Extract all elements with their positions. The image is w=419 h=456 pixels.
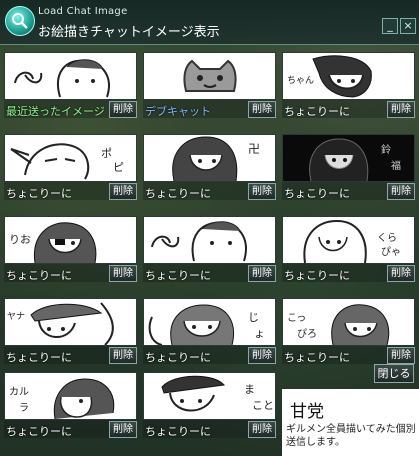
sender-label: ちょこりーに [6, 269, 72, 282]
svg-text:じ: じ [248, 311, 259, 324]
sketch-longhair-icon: 卍 [172, 136, 260, 181]
svg-text:鈴: 鈴 [381, 143, 391, 156]
note-panel: 甘党 ギルメン全員描いてみた個別送信します。 [282, 389, 419, 456]
image-thumbnail[interactable]: ま こと [143, 372, 276, 420]
svg-text:カル: カル [9, 386, 29, 398]
image-item: ポ ピ ちょこりーに 削除 [4, 134, 137, 200]
sketch-longhair-icon: くら ぴゃ [303, 219, 401, 263]
delete-button[interactable]: 削除 [387, 347, 415, 364]
search-logo-icon [5, 6, 35, 36]
svg-text:ラ: ラ [19, 402, 29, 414]
delete-button[interactable]: 削除 [387, 101, 415, 118]
window-close-button[interactable]: × [400, 18, 416, 34]
image-thumbnail[interactable]: 卍 [143, 134, 276, 182]
sketch-girl-icon [14, 59, 110, 98]
svg-text:くら: くら [377, 232, 397, 244]
sender-label: ちょこりーに [6, 425, 72, 438]
svg-text:ピ: ピ [113, 161, 124, 174]
sender-label: ちょこりーに [145, 269, 211, 282]
svg-text:ヤナ: ヤナ [7, 311, 25, 322]
sketch-eyepatch-icon: りお [9, 222, 97, 263]
image-item: デブキャット 削除 [143, 52, 276, 118]
chat-image-window: Load Chat Image お絵描きチャットイメージ表示 _ × 最近送った… [0, 0, 419, 456]
delete-button[interactable]: 削除 [109, 101, 137, 118]
image-item: じ ょ ちょこりーに 削除 [143, 298, 276, 364]
svg-text:ょ: ょ [254, 327, 265, 340]
sender-label: 最近送ったイメージ [6, 105, 105, 118]
image-item: 鈴 福 ちょこりーに 削除 [282, 134, 415, 200]
delete-button[interactable]: 削除 [109, 265, 137, 282]
svg-text:こっ: こっ [287, 313, 306, 324]
note-message: ギルメン全員描いてみた個別送信します。 [286, 424, 416, 448]
image-thumbnail[interactable]: こっ ぴろ [282, 298, 415, 346]
image-thumbnail[interactable] [4, 52, 137, 100]
sketch-boy-icon: ちゃん [287, 55, 372, 98]
sketch-girl-icon [151, 221, 247, 262]
image-thumbnail[interactable] [143, 216, 276, 264]
delete-button[interactable]: 削除 [248, 265, 276, 282]
sketch-profile-icon: カル ラ [9, 378, 115, 419]
svg-text:ちゃん: ちゃん [287, 75, 314, 86]
delete-button[interactable]: 削除 [248, 347, 276, 364]
image-thumbnail[interactable]: ちゃん [282, 52, 415, 100]
svg-text:こと: こと [252, 399, 274, 412]
sender-label: ちょこりーに [6, 351, 72, 364]
delete-button[interactable]: 削除 [248, 183, 276, 200]
svg-text:ぴろ: ぴろ [297, 328, 317, 340]
sender-label: ちょこりーに [284, 351, 350, 364]
sender-label: ちょこりーに [145, 351, 211, 364]
svg-text:卍: 卍 [248, 142, 260, 156]
delete-button[interactable]: 削除 [109, 183, 137, 200]
delete-button[interactable]: 削除 [109, 347, 137, 364]
delete-button[interactable]: 削除 [248, 421, 276, 438]
svg-text:りお: りお [9, 233, 31, 246]
sketch-hat-boy-icon: ヤナ [7, 302, 114, 345]
window-title: お絵描きチャットイメージ表示 [38, 25, 220, 40]
image-thumbnail[interactable] [143, 52, 276, 100]
image-thumbnail[interactable]: ポ ピ [4, 134, 137, 182]
delete-button[interactable]: 削除 [248, 101, 276, 118]
image-thumbnail[interactable]: ヤナ [4, 298, 137, 346]
sender-label: ちょこりーに [145, 425, 211, 438]
image-thumbnail[interactable]: くら ぴゃ [282, 216, 415, 264]
image-item: 卍 ちょこりーに 削除 [143, 134, 276, 200]
svg-text:福: 福 [391, 159, 401, 172]
image-thumbnail[interactable]: りお [4, 216, 137, 264]
svg-text:ま: ま [244, 383, 255, 396]
delete-button[interactable]: 削除 [387, 183, 415, 200]
image-thumbnail[interactable]: 鈴 福 [282, 134, 415, 182]
image-item: こっ ぴろ ちょこりーに 削除 [282, 298, 415, 364]
note-author: 甘党 [290, 402, 324, 422]
sketch-dark-girl-icon: 鈴 福 [309, 138, 401, 181]
image-item: ちょこりーに 削除 [143, 216, 276, 282]
image-thumbnail[interactable]: じ ょ [143, 298, 276, 346]
image-item: ヤナ ちょこりーに 削除 [4, 298, 137, 364]
sender-label: ちょこりーに [6, 187, 72, 200]
cat-face-icon [183, 59, 237, 92]
svg-text:ぴゃ: ぴゃ [381, 246, 401, 258]
sender-label: ちょこりーに [284, 105, 350, 118]
window-title-en: Load Chat Image [38, 6, 128, 17]
svg-text:ポ: ポ [101, 147, 112, 160]
image-item: カル ラ ちょこりーに 削除 [4, 372, 137, 438]
minimize-button[interactable]: _ [382, 18, 398, 34]
image-item: ちゃん ちょこりーに 削除 [282, 52, 415, 118]
sender-label: ちょこりーに [145, 187, 211, 200]
image-item: りお ちょこりーに 削除 [4, 216, 137, 282]
sender-label: ちょこりーに [284, 187, 350, 200]
delete-button[interactable]: 削除 [109, 421, 137, 438]
image-item: 最近送ったイメージ 削除 [4, 52, 137, 118]
sketch-elf-icon: ポ ピ [10, 143, 124, 180]
close-button[interactable]: 閉じる [374, 364, 414, 383]
sender-label: ちょこりーに [284, 269, 350, 282]
sketch-shorthair-icon: こっ ぴろ [287, 304, 390, 345]
image-item: ま こと ちょこりーに 削除 [143, 372, 276, 438]
delete-button[interactable]: 削除 [387, 265, 415, 282]
sketch-cap-boy-icon: ま こと [161, 375, 274, 412]
sketch-twintail-icon: じ ょ [148, 304, 265, 345]
image-thumbnail[interactable]: カル ラ [4, 372, 137, 420]
sender-label: デブキャット [145, 105, 211, 118]
image-item: くら ぴゃ ちょこりーに 削除 [282, 216, 415, 282]
title-bar[interactable]: Load Chat Image お絵描きチャットイメージ表示 _ × [0, 0, 419, 45]
